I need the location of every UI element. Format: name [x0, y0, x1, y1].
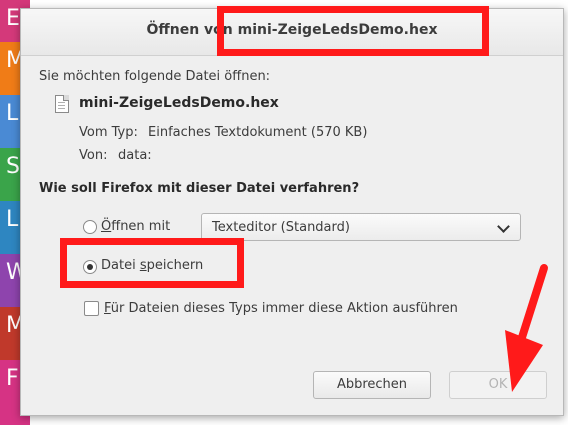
- red-arrow-icon: [505, 264, 548, 392]
